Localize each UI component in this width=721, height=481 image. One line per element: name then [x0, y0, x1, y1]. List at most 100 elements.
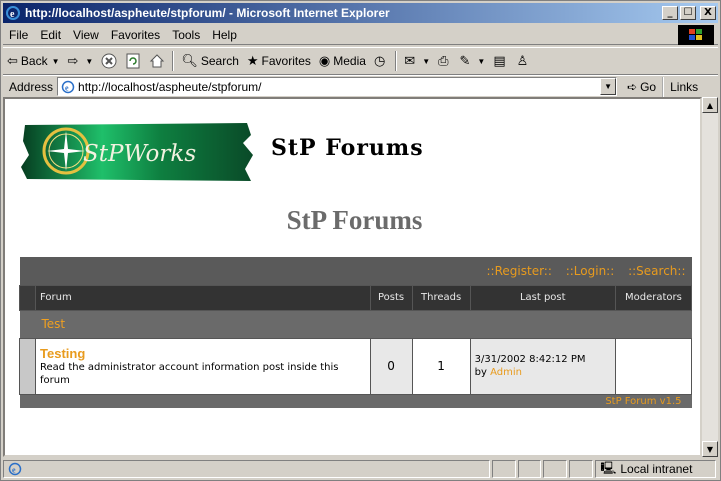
logo-text: StPWorks: [83, 141, 196, 167]
search-label: Search: [200, 54, 239, 68]
window-title: http://localhost/aspheute/stpforum/ - Mi…: [25, 6, 390, 20]
discuss-button[interactable]: ▤: [489, 50, 512, 72]
search-button[interactable]: 🔍︎ Search: [177, 50, 243, 72]
media-icon: ◉: [318, 53, 331, 69]
menu-help[interactable]: Help: [206, 28, 243, 42]
favorites-label: Favorites: [261, 54, 311, 68]
maximize-button[interactable]: ☐: [680, 6, 696, 20]
last-post-by: by: [474, 367, 487, 378]
column-header-forum: Forum: [35, 284, 371, 311]
forward-button[interactable]: ⇨ ▼: [64, 50, 98, 72]
refresh-button[interactable]: [121, 50, 145, 72]
forum-description: Read the administrator account informati…: [40, 361, 339, 386]
category-name[interactable]: Test: [20, 310, 692, 338]
menu-tools[interactable]: Tools: [166, 28, 206, 42]
status-bar: e 🖳︎ Local intranet: [3, 459, 718, 479]
address-dropdown-icon[interactable]: ▼: [600, 78, 617, 95]
forum-version-footer: StP Forum v1.5: [605, 395, 682, 407]
address-label: Address: [9, 79, 54, 94]
page-done-icon: e: [8, 462, 22, 476]
page-viewport: StPWorks StP Forums StP Forums ::Registe…: [3, 97, 702, 457]
status-panel: [491, 460, 516, 478]
minimize-button[interactable]: _: [662, 6, 678, 20]
search-link[interactable]: ::Search::: [628, 264, 685, 278]
status-panel: [569, 460, 594, 478]
edit-dropdown-icon[interactable]: ▼: [477, 57, 485, 66]
go-button[interactable]: ➪ Go: [621, 80, 662, 94]
column-header-threads: Threads: [411, 284, 471, 311]
zone-label: Local intranet: [620, 462, 693, 476]
address-input[interactable]: e http://localhost/aspheute/stpforum/ ▼: [57, 77, 618, 96]
favorites-button[interactable]: ★ Favorites: [243, 50, 315, 72]
scroll-up-icon[interactable]: ▲: [702, 97, 718, 113]
history-button[interactable]: ◷: [370, 50, 392, 72]
back-dropdown-icon[interactable]: ▼: [52, 57, 60, 66]
windows-logo-icon: [678, 25, 714, 45]
forum-moderators: [614, 337, 693, 395]
mail-button[interactable]: ✉ ▼: [400, 50, 434, 72]
footer-row: StP Forum v1.5: [19, 394, 692, 408]
forum-table: ::Register:: ::Login:: ::Search:: Forum …: [18, 257, 693, 408]
history-icon: ◷: [373, 53, 386, 69]
home-button[interactable]: [145, 50, 169, 72]
status-panel: [543, 460, 568, 478]
mail-icon: ✉: [404, 53, 416, 69]
back-label: Back: [20, 54, 48, 68]
header-spacer: [18, 284, 37, 311]
menu-favorites[interactable]: Favorites: [105, 28, 166, 42]
address-bar: Address e http://localhost/aspheute/stpf…: [3, 75, 718, 97]
discuss-icon: ▤: [493, 53, 506, 69]
last-post-date: 3/31/2002 8:42:12 PM: [474, 354, 586, 365]
go-label: Go: [640, 79, 657, 94]
favorites-star-icon: ★: [246, 53, 259, 69]
page-title: StP Forums: [286, 205, 423, 235]
menu-bar: File Edit View Favorites Tools Help: [3, 25, 718, 45]
toolbar-separator: [395, 51, 398, 71]
forum-threads-count: 1: [411, 337, 471, 395]
category-row: Test: [19, 310, 692, 338]
close-button[interactable]: X: [700, 6, 716, 20]
page-icon: e: [61, 80, 75, 93]
stpworks-logo: StPWorks: [21, 123, 253, 181]
svg-text:e: e: [10, 9, 15, 20]
edit-button[interactable]: ✎ ▼: [456, 50, 490, 72]
svg-text:e: e: [12, 466, 16, 475]
status-text-cell: e: [3, 460, 490, 478]
forward-arrow-icon: ⇨: [67, 53, 79, 69]
scroll-down-icon[interactable]: ▼: [702, 441, 718, 457]
svg-text:e: e: [65, 83, 69, 92]
forum-cell: Testing Read the administrator account i…: [35, 337, 371, 395]
media-button[interactable]: ◉ Media: [315, 50, 370, 72]
login-link[interactable]: ::Login::: [566, 264, 615, 278]
home-icon: [150, 54, 165, 68]
local-intranet-icon: 🖳︎: [600, 460, 617, 475]
vertical-scrollbar[interactable]: ▲ ▼: [702, 97, 718, 457]
back-button[interactable]: ⇦ Back ▼: [3, 50, 64, 72]
print-button[interactable]: ⎙: [434, 50, 455, 72]
column-header-posts: Posts: [369, 284, 413, 311]
register-link[interactable]: ::Register::: [487, 264, 552, 278]
column-header-moderators: Moderators: [614, 284, 693, 311]
go-arrow-icon: ➪: [627, 79, 638, 94]
last-post-cell: 3/31/2002 8:42:12 PM by Admin: [469, 337, 616, 395]
address-url: http://localhost/aspheute/stpforum/: [78, 79, 262, 94]
toolbar-separator: [172, 51, 175, 71]
forum-row-spacer: [18, 337, 37, 395]
status-panel: [517, 460, 542, 478]
stop-button[interactable]: [97, 50, 121, 72]
title-bar[interactable]: e http://localhost/aspheute/stpforum/ - …: [3, 3, 718, 23]
forum-posts-count: 0: [369, 337, 413, 395]
last-post-user-link[interactable]: Admin: [490, 367, 522, 378]
menu-edit[interactable]: Edit: [34, 28, 67, 42]
messenger-button[interactable]: ♙: [513, 50, 536, 72]
print-icon: ⎙: [438, 53, 449, 69]
mail-dropdown-icon[interactable]: ▼: [422, 57, 430, 66]
column-header-last-post: Last post: [469, 284, 616, 311]
links-button[interactable]: Links: [662, 76, 704, 97]
menu-file[interactable]: File: [3, 28, 34, 42]
menu-view[interactable]: View: [67, 28, 105, 42]
media-label: Media: [333, 54, 366, 68]
forum-name-link[interactable]: Testing: [40, 346, 369, 361]
standard-toolbar: ⇦ Back ▼ ⇨ ▼ 🔍︎ Search ★ Favorites ◉ Med…: [3, 47, 718, 75]
forward-dropdown-icon[interactable]: ▼: [85, 57, 93, 66]
